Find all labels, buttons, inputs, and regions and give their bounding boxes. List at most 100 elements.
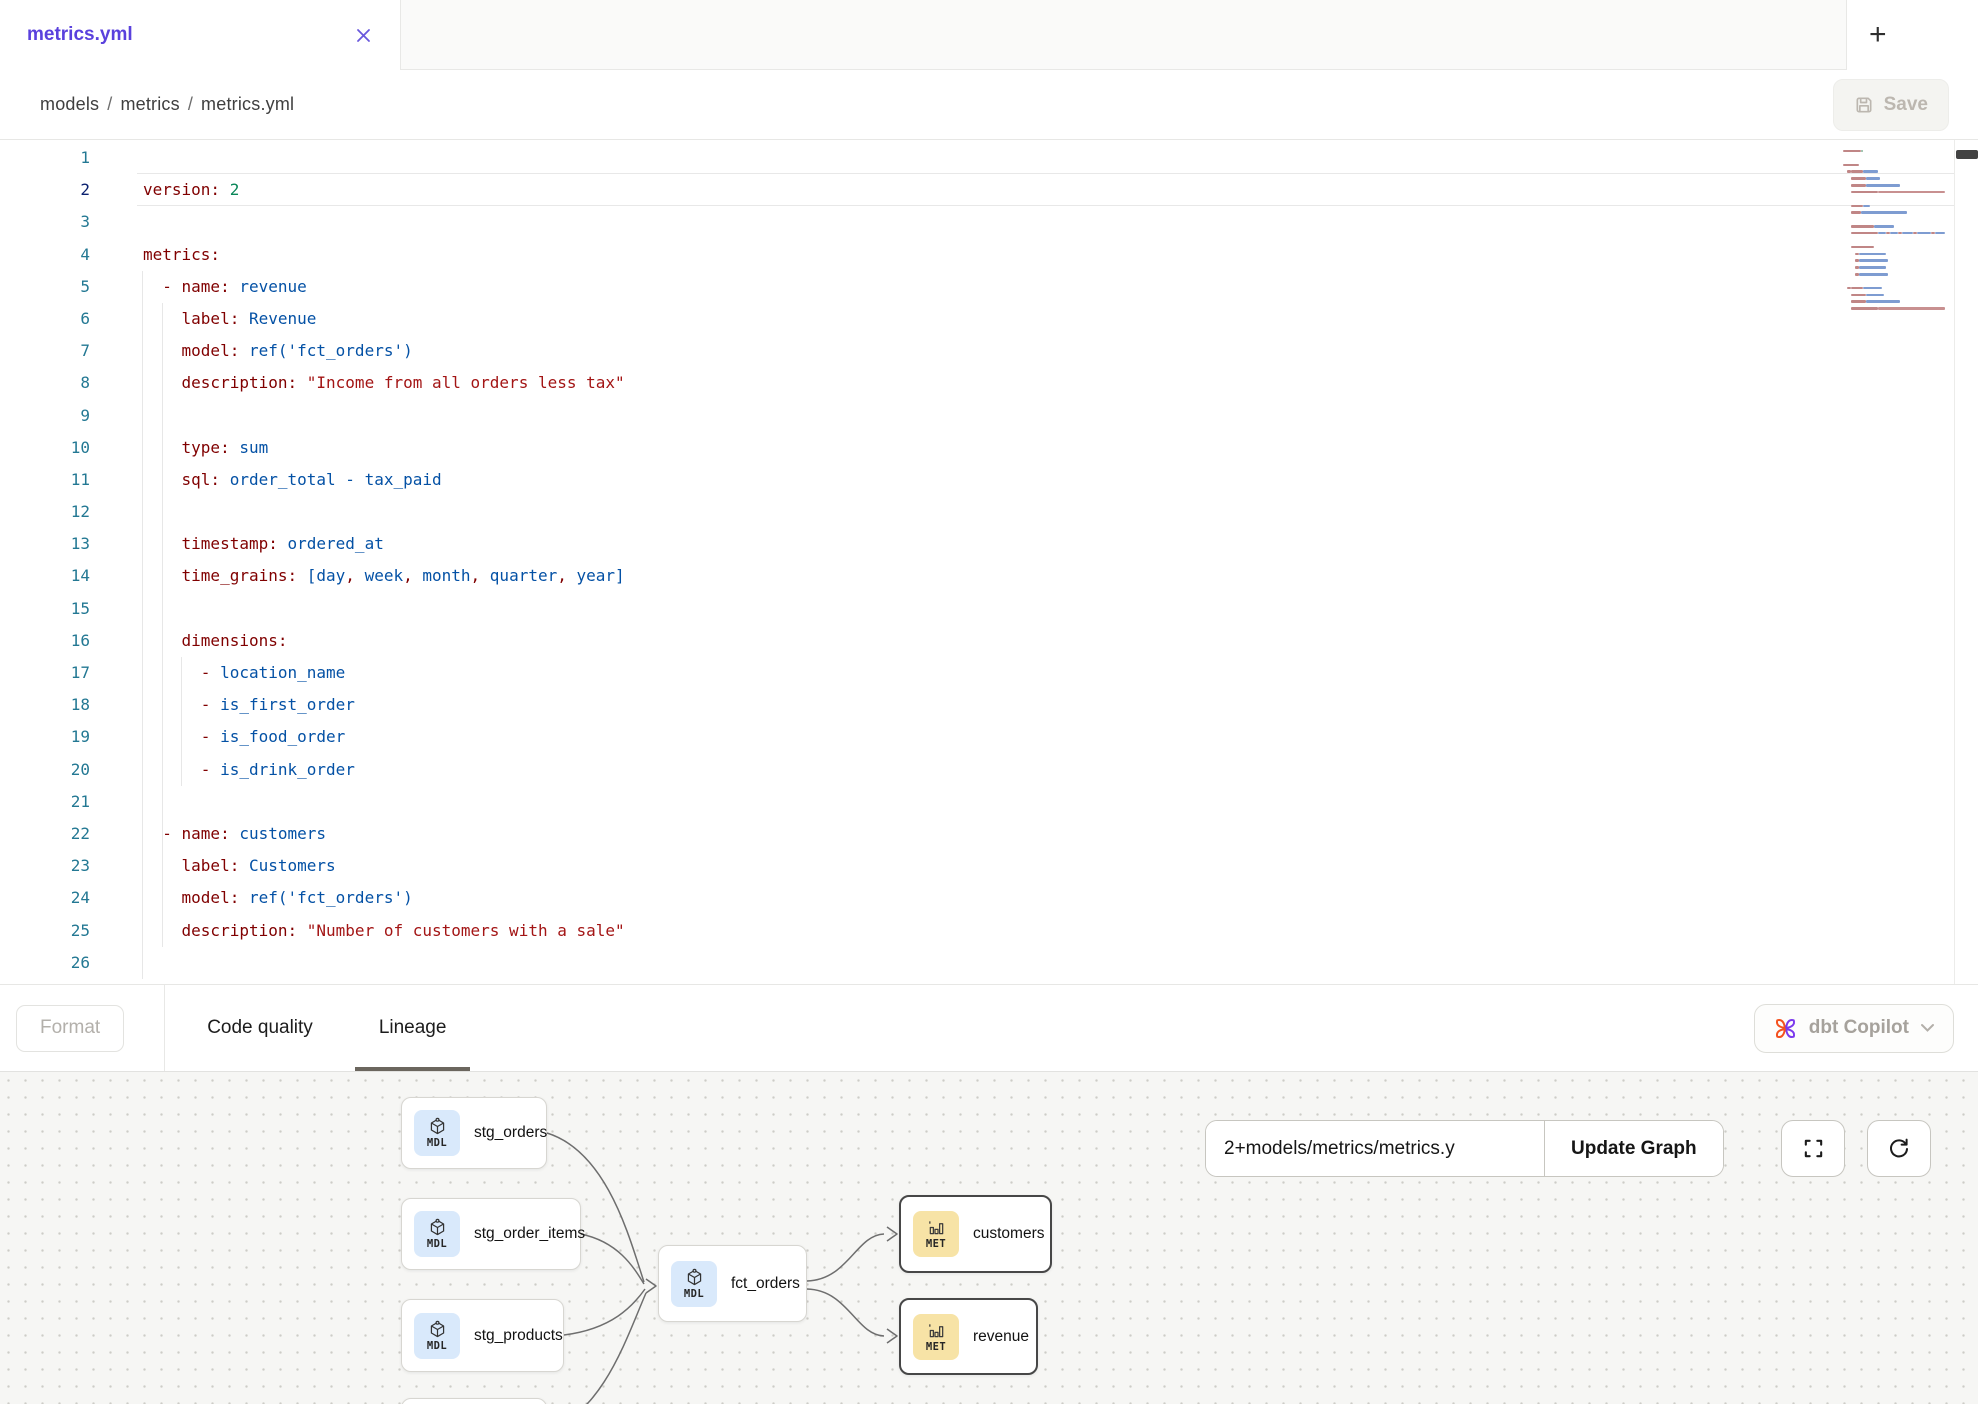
minimap-line: [1843, 307, 1953, 310]
lineage-node-revenue[interactable]: METrevenue: [899, 1298, 1038, 1375]
line-number: 22: [0, 818, 90, 850]
edge-stg_products-to-fct_orders: [564, 1289, 645, 1335]
save-button[interactable]: Save: [1833, 79, 1949, 131]
code-line-19[interactable]: 19 - is_food_order: [0, 721, 1858, 753]
code-text: time_grains: [day, week, month, quarter,…: [90, 560, 625, 592]
line-number: 7: [0, 335, 90, 367]
breadcrumb-metrics[interactable]: metrics: [120, 94, 179, 114]
lineage-node-fct_orders[interactable]: MDLfct_orders: [658, 1245, 807, 1322]
refresh-button[interactable]: [1867, 1120, 1931, 1177]
format-button[interactable]: Format: [16, 1005, 124, 1052]
edge-arrowhead: [887, 1329, 897, 1343]
breadcrumb-file: metrics.yml: [201, 94, 294, 114]
code-line-9[interactable]: 9: [0, 400, 1858, 432]
code-line-10[interactable]: 10 type: sum: [0, 432, 1858, 464]
code-line-16[interactable]: 16 dimensions:: [0, 625, 1858, 657]
line-number: 10: [0, 432, 90, 464]
tab-strip-empty: [401, 0, 1846, 70]
lineage-canvas[interactable]: MDLstg_ordersMDLstg_order_itemsMDLstg_pr…: [0, 1072, 1978, 1404]
minimap-line: [1843, 239, 1953, 242]
tab-title: metrics.yml: [27, 24, 133, 46]
lineage-selector-group: Update Graph: [1205, 1120, 1724, 1177]
model-cube-icon: MDL: [414, 1110, 460, 1156]
toolbar-divider: [164, 985, 165, 1071]
code-line-26[interactable]: 26: [0, 947, 1858, 979]
node-label: fct_orders: [731, 1275, 800, 1293]
minimap-line: [1843, 157, 1953, 160]
code-line-20[interactable]: 20 - is_drink_order: [0, 754, 1858, 786]
line-number: 21: [0, 786, 90, 818]
line-number: 8: [0, 367, 90, 399]
code-line-24[interactable]: 24 model: ref('fct_orders'): [0, 882, 1858, 914]
code-line-14[interactable]: 14 time_grains: [day, week, month, quart…: [0, 560, 1858, 592]
code-line-4[interactable]: 4metrics:: [0, 239, 1858, 271]
code-line-25[interactable]: 25 description: "Number of customers wit…: [0, 915, 1858, 947]
line-number: 6: [0, 303, 90, 335]
edge-arrowhead: [887, 1227, 897, 1241]
code-line-23[interactable]: 23 label: Customers: [0, 850, 1858, 882]
code-text: - name: customers: [90, 818, 326, 850]
line-number: 1: [0, 142, 90, 174]
chevron-down-icon: [1920, 1023, 1935, 1033]
minimap-line: [1843, 143, 1953, 146]
code-text: sql: order_total - tax_paid: [90, 464, 442, 496]
tab-lineage[interactable]: Lineage: [355, 985, 471, 1071]
fullscreen-icon: [1802, 1137, 1825, 1160]
code-line-5[interactable]: 5 - name: revenue: [0, 271, 1858, 303]
dbt-copilot-button[interactable]: dbt Copilot: [1754, 1004, 1954, 1053]
code-editor[interactable]: 12version: 234metrics:5 - name: revenue6…: [0, 140, 1978, 984]
code-lines[interactable]: 12version: 234metrics:5 - name: revenue6…: [0, 142, 1858, 979]
lineage-node-stg_orders[interactable]: MDLstg_orders: [401, 1097, 547, 1169]
code-line-3[interactable]: 3: [0, 206, 1858, 238]
code-line-17[interactable]: 17 - location_name: [0, 657, 1858, 689]
code-line-11[interactable]: 11 sql: order_total - tax_paid: [0, 464, 1858, 496]
new-tab-button[interactable]: +: [1869, 20, 1887, 50]
minimap-line: [1843, 300, 1953, 303]
code-text: - is_first_order: [90, 689, 355, 721]
code-text: - is_food_order: [90, 721, 345, 753]
code-line-15[interactable]: 15: [0, 593, 1858, 625]
minimap-line: [1843, 170, 1953, 173]
lineage-node-stg_products[interactable]: MDLstg_products: [401, 1299, 564, 1372]
code-line-6[interactable]: 6 label: Revenue: [0, 303, 1858, 335]
line-number: 16: [0, 625, 90, 657]
minimap-line: [1843, 164, 1953, 167]
lineage-selector-input[interactable]: [1206, 1121, 1544, 1176]
breadcrumb-models[interactable]: models: [40, 94, 99, 114]
minimap-line: [1843, 205, 1953, 208]
code-line-21[interactable]: 21: [0, 786, 1858, 818]
node-label: stg_products: [474, 1327, 563, 1345]
code-text: metrics:: [90, 239, 220, 271]
minimap-border: [1954, 140, 1955, 984]
dbt-copilot-icon: [1773, 1016, 1798, 1041]
tab-metrics-yml[interactable]: metrics.yml: [0, 0, 401, 70]
lineage-node-partial_node[interactable]: [401, 1398, 547, 1404]
code-line-1[interactable]: 1: [0, 142, 1858, 174]
code-line-7[interactable]: 7 model: ref('fct_orders'): [0, 335, 1858, 367]
code-text: - name: revenue: [90, 271, 307, 303]
line-number: 24: [0, 882, 90, 914]
code-text: description: "Number of customers with a…: [90, 915, 625, 947]
code-line-12[interactable]: 12: [0, 496, 1858, 528]
code-text: [90, 593, 143, 625]
code-line-18[interactable]: 18 - is_first_order: [0, 689, 1858, 721]
metric-bar-chart-icon: MET: [913, 1211, 959, 1257]
metric-bar-chart-icon: MET: [913, 1314, 959, 1360]
tab-code-quality[interactable]: Code quality: [183, 985, 337, 1071]
minimap-line: [1843, 184, 1953, 187]
lineage-node-customers[interactable]: METcustomers: [899, 1195, 1052, 1273]
code-line-22[interactable]: 22 - name: customers: [0, 818, 1858, 850]
lineage-node-stg_order_items[interactable]: MDLstg_order_items: [401, 1198, 581, 1270]
close-tab-icon[interactable]: [350, 22, 376, 48]
fullscreen-button[interactable]: [1781, 1120, 1845, 1177]
code-line-2[interactable]: 2version: 2: [0, 174, 1858, 206]
code-line-8[interactable]: 8 description: "Income from all orders l…: [0, 367, 1858, 399]
line-number: 4: [0, 239, 90, 271]
code-text: type: sum: [90, 432, 268, 464]
update-graph-button[interactable]: Update Graph: [1544, 1121, 1723, 1176]
code-line-13[interactable]: 13 timestamp: ordered_at: [0, 528, 1858, 560]
line-number: 12: [0, 496, 90, 528]
line-number: 26: [0, 947, 90, 979]
minimap[interactable]: [1843, 143, 1953, 321]
scrollbar-thumb[interactable]: [1956, 150, 1978, 159]
